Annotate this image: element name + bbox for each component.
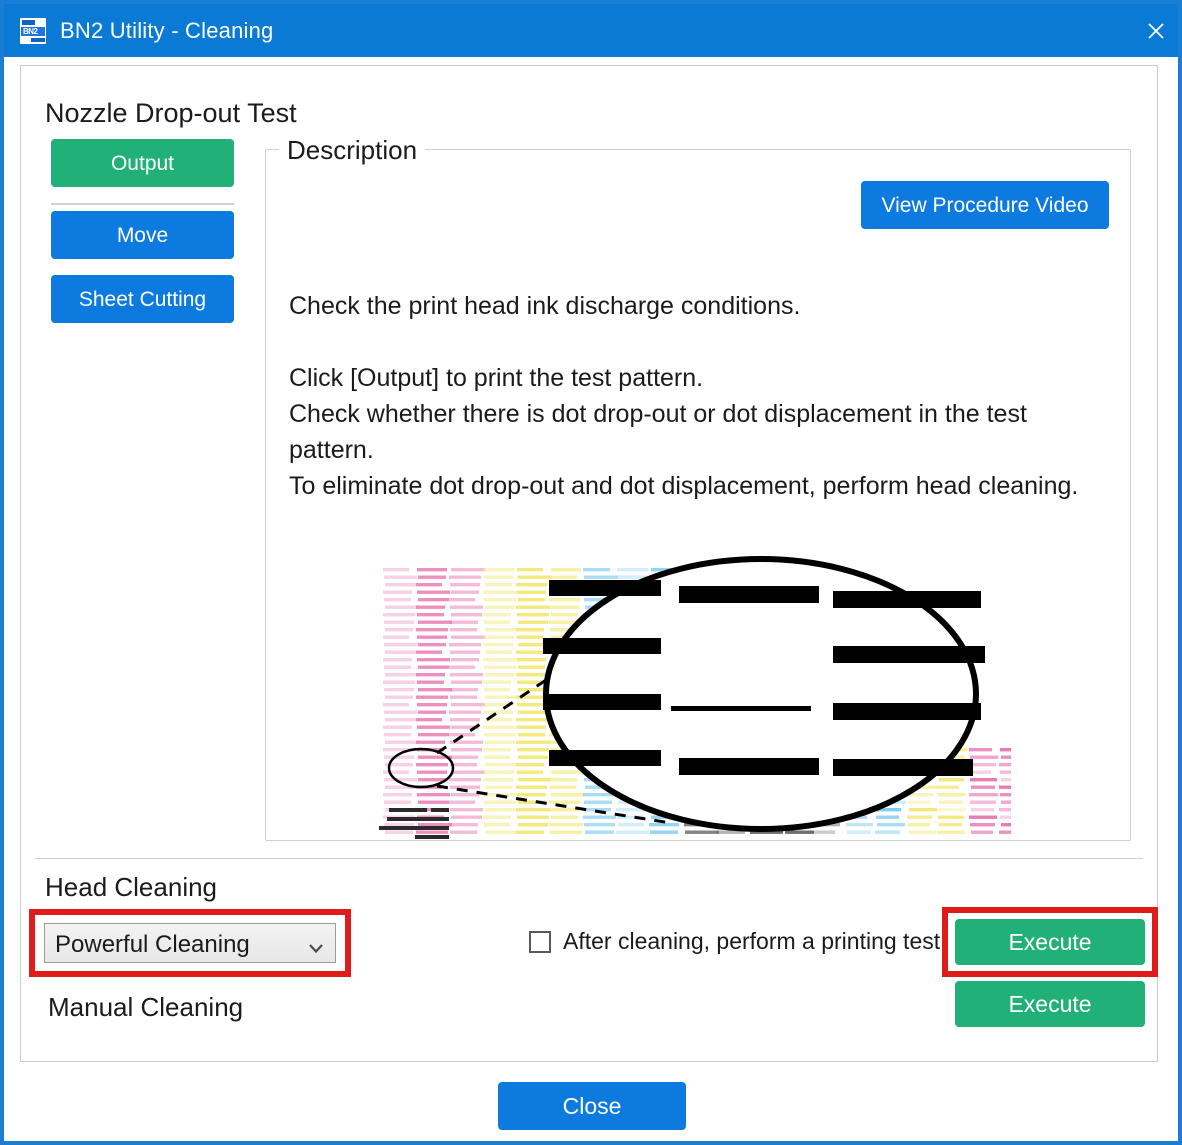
chevron-down-icon (309, 940, 323, 958)
checkbox-box-icon[interactable] (529, 930, 551, 953)
sheet-cutting-button[interactable]: Sheet Cutting (51, 275, 234, 323)
description-line-4: To eliminate dot drop-out and dot displa… (289, 472, 1079, 500)
manual-cleaning-execute-button[interactable]: Execute (955, 981, 1145, 1027)
head-cleaning-execute-button[interactable]: Execute (955, 919, 1145, 965)
app-icon-glyph: BN2 (23, 26, 38, 36)
section-divider (35, 858, 1143, 859)
description-text: Check the print head ink discharge condi… (289, 288, 1079, 504)
cleaning-mode-select[interactable]: Powerful Cleaning (44, 923, 336, 963)
close-button[interactable]: Close (498, 1082, 686, 1130)
page-title: Nozzle Drop-out Test (45, 98, 297, 128)
window-title: BN2 Utility - Cleaning (60, 17, 274, 43)
view-procedure-video-button[interactable]: View Procedure Video (861, 181, 1109, 229)
description-line-3: Check whether there is dot drop-out or d… (289, 400, 1027, 464)
close-icon[interactable] (1126, 4, 1178, 57)
bn2-utility-cleaning-window: BN2 BN2 Utility - Cleaning Nozzle Drop-o… (0, 0, 1182, 1145)
dialog-body: Nozzle Drop-out Test Output Move Sheet C… (4, 57, 1178, 1141)
nozzle-test-pattern-illustration (371, 546, 1011, 886)
cleaning-mode-value: Powerful Cleaning (55, 931, 250, 958)
content-panel: Nozzle Drop-out Test Output Move Sheet C… (20, 65, 1158, 1062)
manual-cleaning-label: Manual Cleaning (48, 992, 244, 1022)
bn2-app-icon: BN2 (20, 17, 46, 44)
printing-test-checkbox[interactable]: After cleaning, perform a printing test (529, 928, 940, 955)
head-cleaning-label: Head Cleaning (45, 872, 218, 902)
move-button[interactable]: Move (51, 211, 234, 259)
description-line-1: Check the print head ink discharge condi… (289, 292, 801, 320)
app-icon-bottom-bar (31, 37, 45, 42)
printing-test-checkbox-label: After cleaning, perform a printing test (563, 928, 941, 954)
title-bar: BN2 BN2 Utility - Cleaning (4, 4, 1178, 57)
app-icon-top-bar (22, 19, 35, 25)
description-legend: Description (279, 135, 426, 166)
description-line-2: Click [Output] to print the test pattern… (289, 364, 704, 392)
left-buttons-divider (51, 203, 234, 205)
output-button[interactable]: Output (51, 139, 234, 187)
